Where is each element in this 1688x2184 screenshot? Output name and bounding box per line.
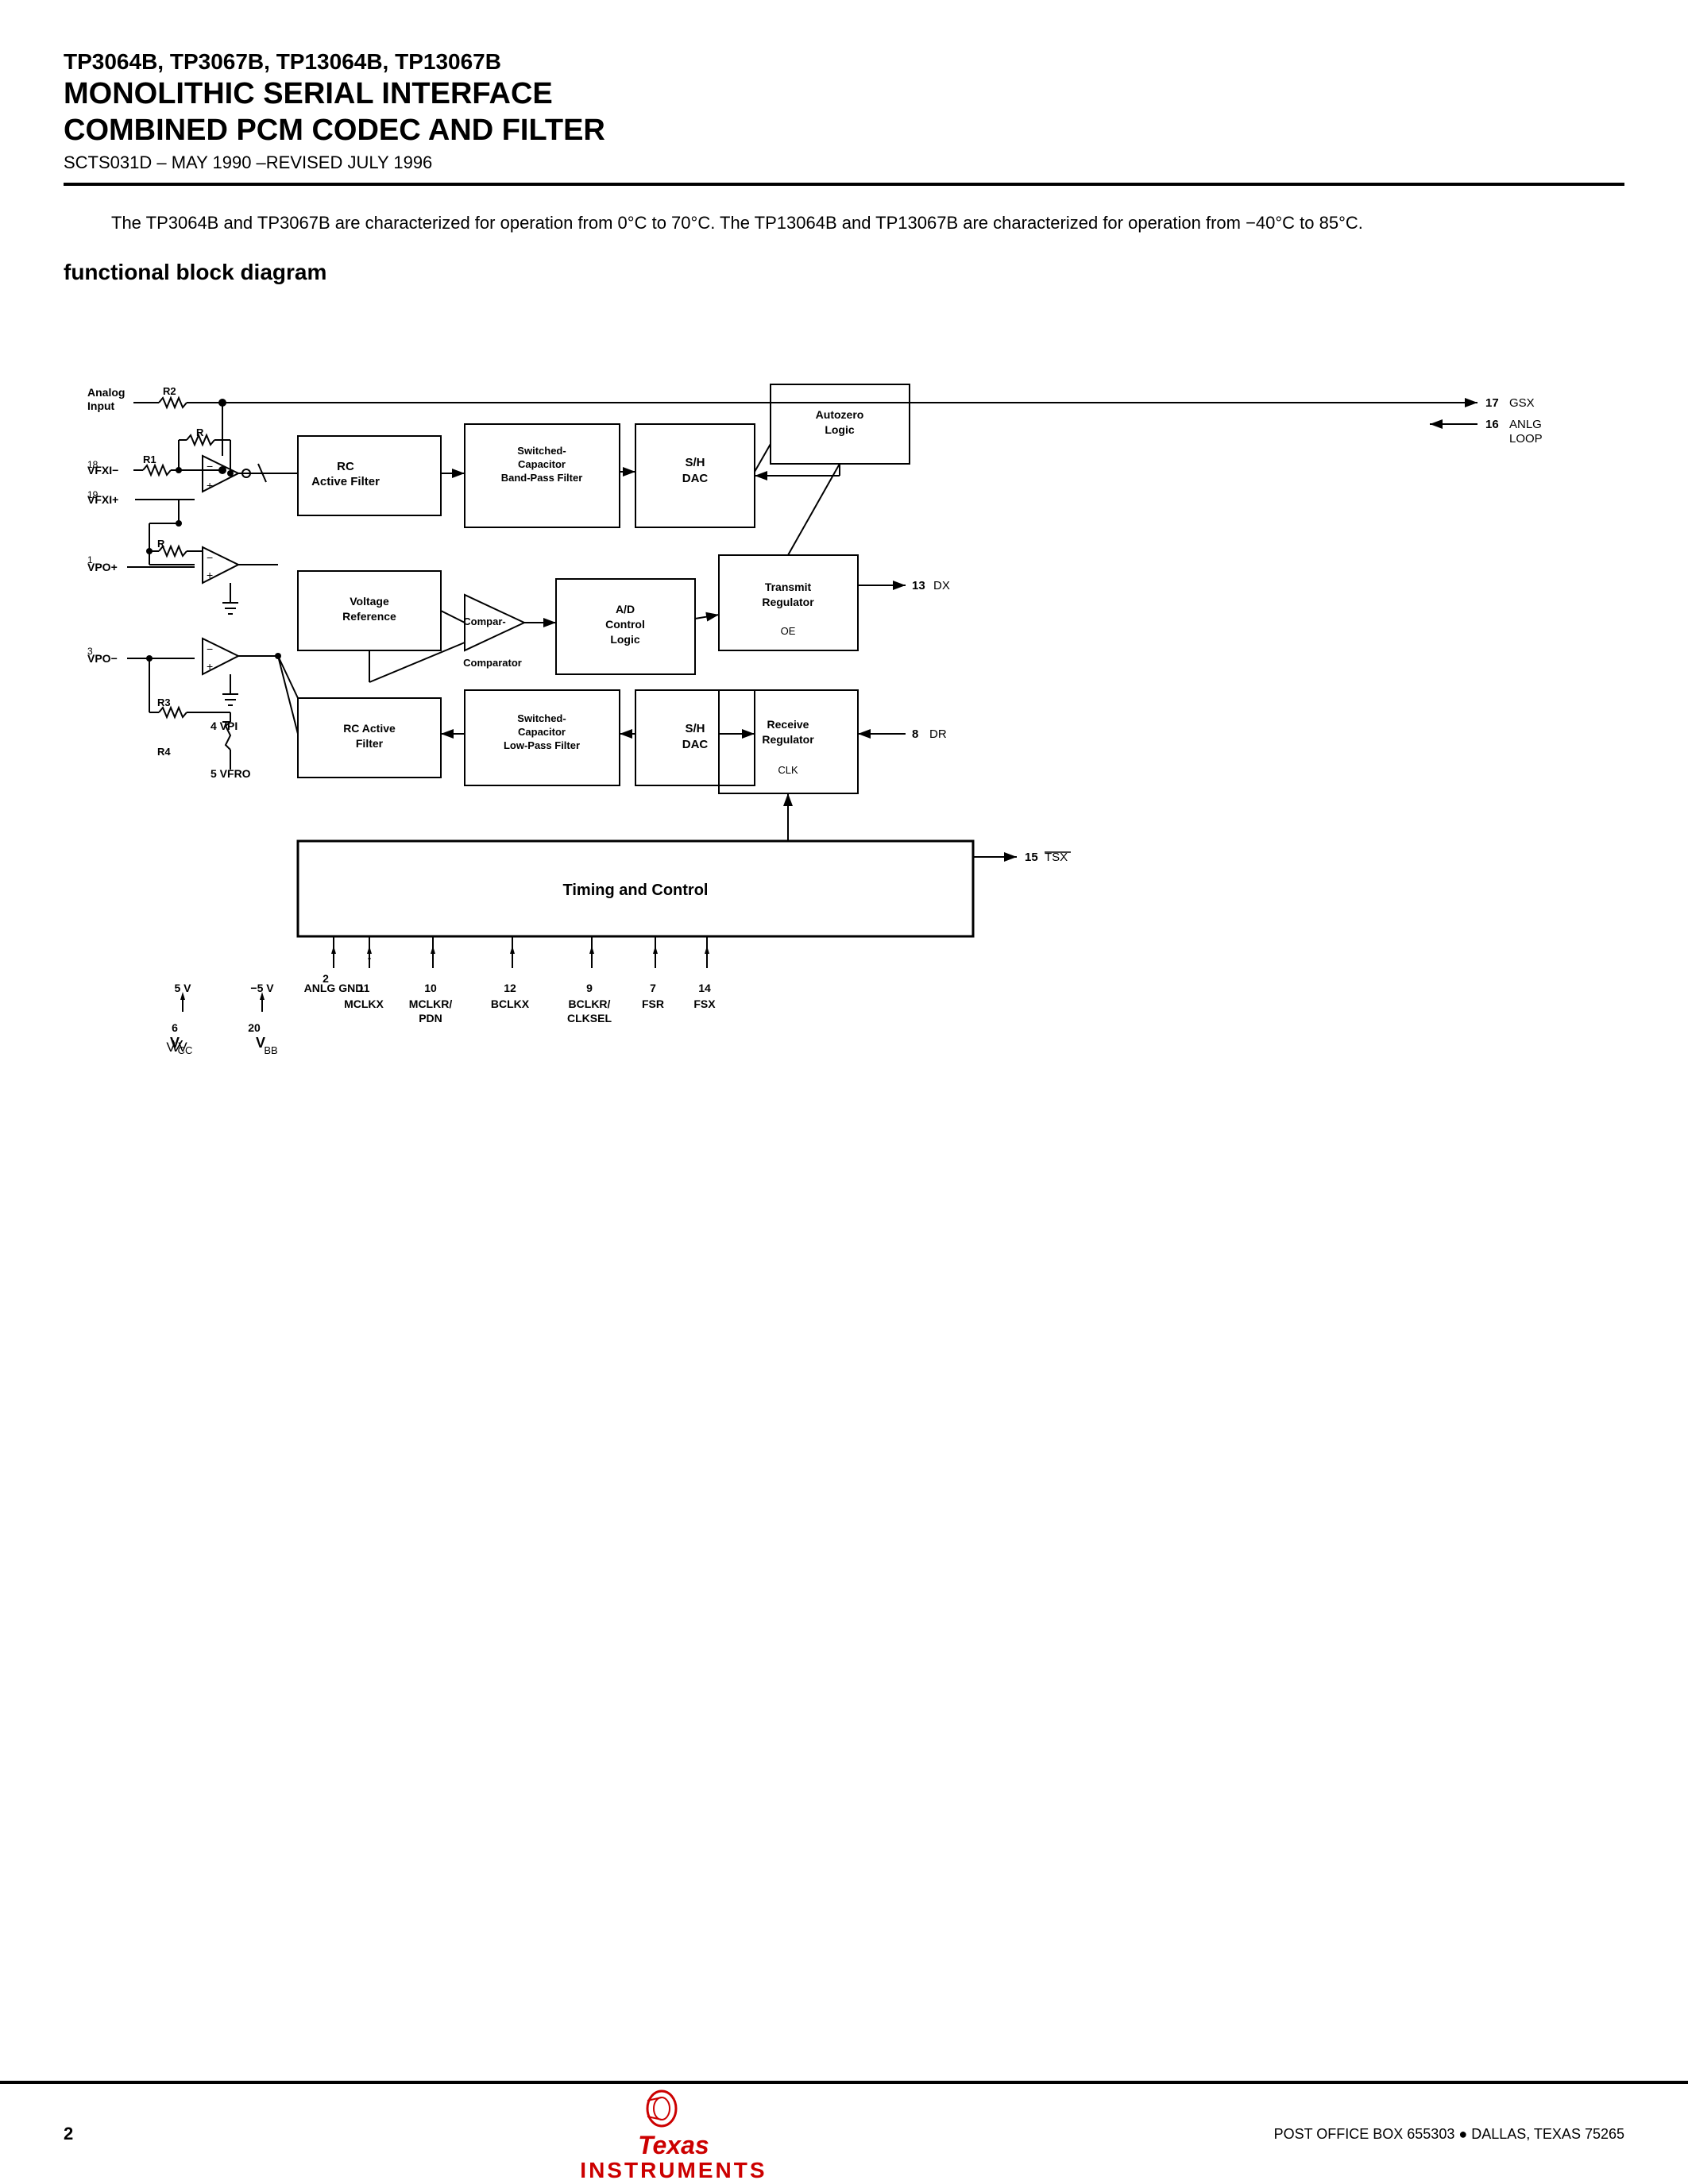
svg-text:CC: CC [178,1044,193,1056]
svg-text:Capacitor: Capacitor [518,458,566,470]
svg-text:FSX: FSX [693,997,716,1010]
svg-text:DAC: DAC [682,738,709,751]
svg-text:A/D: A/D [616,603,635,615]
svg-text:6: 6 [172,1021,178,1034]
svg-text:Autozero: Autozero [816,408,864,421]
svg-text:BB: BB [264,1044,277,1056]
svg-text:BCLKR/: BCLKR/ [569,997,611,1010]
header-title-line2: MONOLITHIC SERIAL INTERFACE [64,76,1624,113]
svg-text:RC Active: RC Active [343,722,396,735]
svg-text:Receive: Receive [767,718,809,731]
page-number: 2 [64,2124,73,2144]
svg-text:Switched-: Switched- [517,445,566,457]
svg-text:R4: R4 [157,746,171,758]
svg-text:1: 1 [87,554,93,565]
svg-text:Compar-: Compar- [463,615,505,627]
svg-text:Input: Input [87,399,115,412]
svg-text:8: 8 [912,727,918,741]
svg-text:DR: DR [929,727,947,741]
svg-text:Capacitor: Capacitor [518,726,566,738]
svg-text:16: 16 [1485,418,1499,431]
svg-text:3: 3 [87,646,93,657]
svg-text:−: − [207,642,213,655]
svg-text:Comparator: Comparator [463,657,522,669]
svg-text:+: + [207,660,213,673]
svg-text:Regulator: Regulator [762,733,814,746]
functional-block-diagram: Analog Input R2 17 GSX 16 ANLG LOOP VFXI… [64,301,1620,1175]
svg-text:−: − [207,460,213,473]
svg-text:7: 7 [650,982,656,994]
svg-text:MCLKR/: MCLKR/ [409,997,453,1010]
svg-text:Regulator: Regulator [762,596,814,608]
svg-text:Reference: Reference [342,610,396,623]
svg-text:Active Filter: Active Filter [311,475,380,488]
page-container: TP3064B, TP3067B, TP13064B, TP13067B MON… [0,0,1688,2184]
diagram-svg: Analog Input R2 17 GSX 16 ANLG LOOP VFXI… [64,301,1620,1175]
svg-text:−5 V: −5 V [250,982,274,994]
description-text: The TP3064B and TP3067B are characterize… [64,210,1624,236]
svg-text:17: 17 [1485,396,1499,410]
svg-text:CLKSEL: CLKSEL [567,1012,612,1024]
logo-instruments: INSTRUMENTS [580,2158,767,2183]
ti-logo-icon [626,2085,721,2132]
logo-texas: Texas [638,2132,709,2158]
section-title: functional block diagram [64,260,1624,285]
header-subtitle: SCTS031D – MAY 1990 –REVISED JULY 1996 [64,152,1624,173]
svg-text:S/H: S/H [685,456,705,469]
svg-text:+: + [207,479,213,492]
svg-text:Timing and Control: Timing and Control [563,882,709,899]
svg-text:Voltage: Voltage [350,595,389,608]
svg-text:Band-Pass Filter: Band-Pass Filter [501,472,583,484]
svg-text:2: 2 [323,972,329,985]
svg-text:12: 12 [504,982,516,994]
svg-text:20: 20 [248,1021,261,1034]
svg-text:S/H: S/H [685,722,705,735]
header-title-line1: TP3064B, TP3067B, TP13064B, TP13067B [64,48,1624,76]
svg-text:Logic: Logic [610,633,640,646]
svg-text:ANLG GND: ANLG GND [304,982,364,994]
svg-text:R2: R2 [163,385,176,397]
svg-text:18: 18 [87,459,98,470]
svg-text:Low-Pass Filter: Low-Pass Filter [504,739,580,751]
svg-text:LOOP: LOOP [1509,432,1543,446]
svg-text:CLK: CLK [778,764,798,776]
svg-text:Control: Control [605,618,645,631]
svg-text:DX: DX [933,579,950,592]
svg-text:R1: R1 [143,453,156,465]
svg-text:R3: R3 [157,696,171,708]
svg-text:15: 15 [1025,851,1038,864]
header: TP3064B, TP3067B, TP13064B, TP13067B MON… [64,48,1624,186]
footer-address: POST OFFICE BOX 655303 ● DALLAS, TEXAS 7… [1274,2126,1624,2143]
svg-text:14: 14 [698,982,711,994]
svg-text:−: − [207,551,213,564]
svg-text:ANLG: ANLG [1509,418,1542,431]
svg-text:Switched-: Switched- [517,712,566,724]
svg-text:19: 19 [87,489,98,500]
svg-text:Filter: Filter [356,737,384,750]
svg-text:10: 10 [424,982,437,994]
footer-logo: Texas INSTRUMENTS [580,2085,767,2183]
svg-text:5 V: 5 V [174,982,191,994]
svg-text:FSR: FSR [642,997,664,1010]
footer: 2 Texas INSTRUMENTS POST OFFICE BOX 6553… [0,2081,1688,2184]
svg-text:9: 9 [586,982,593,994]
svg-text:MCLKX: MCLKX [344,997,384,1010]
svg-text:Analog: Analog [87,386,125,399]
svg-text:DAC: DAC [682,472,709,485]
svg-text:BCLKX: BCLKX [491,997,530,1010]
header-title-line3: COMBINED PCM CODEC AND FILTER [64,113,1624,149]
svg-text:OE: OE [781,625,796,637]
svg-text:GSX: GSX [1509,396,1535,410]
svg-text:PDN: PDN [419,1012,442,1024]
svg-text:+: + [207,569,213,581]
svg-text:Logic: Logic [825,423,855,436]
svg-text:13: 13 [912,579,925,592]
svg-text:Transmit: Transmit [765,581,812,593]
svg-text:RC: RC [337,460,354,473]
